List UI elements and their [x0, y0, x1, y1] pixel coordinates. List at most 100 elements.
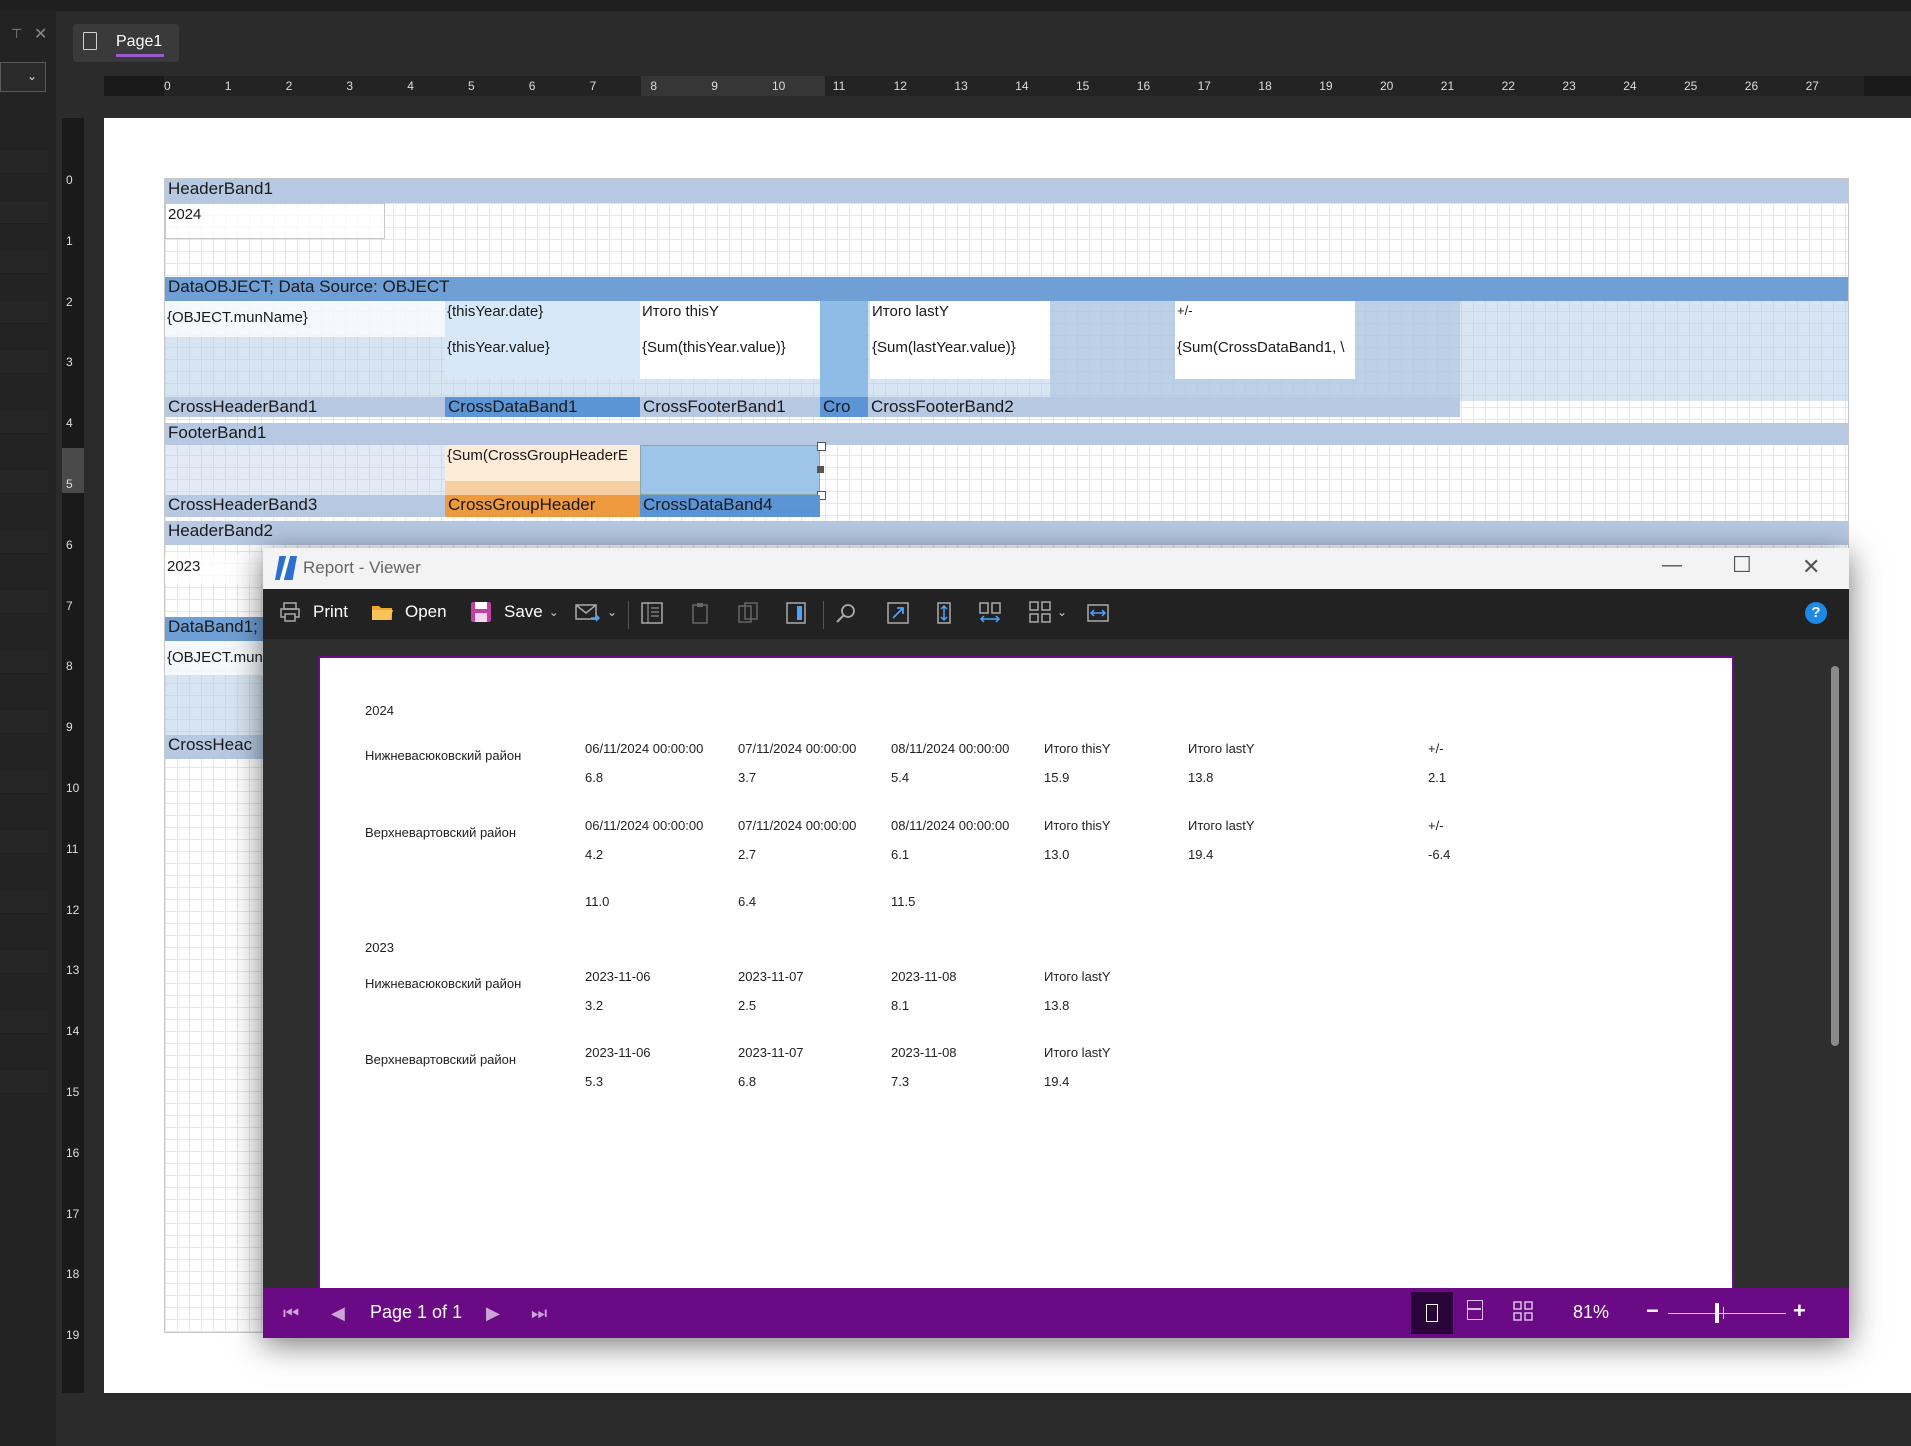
- header-band-1[interactable]: HeaderBand1: [165, 179, 1848, 203]
- left-panel-row[interactable]: [0, 951, 48, 974]
- chevron-down-icon: ⌄: [548, 605, 559, 619]
- itogo-last-field[interactable]: Итого lastY: [870, 301, 1050, 337]
- zoom-slider-track[interactable]: [1668, 1313, 1786, 1314]
- minimize-icon[interactable]: —: [1662, 554, 1682, 577]
- left-panel-row[interactable]: [0, 891, 48, 914]
- left-panel-row[interactable]: [0, 351, 48, 374]
- data-band-object[interactable]: DataOBJECT; Data Source: OBJECT: [165, 277, 1848, 301]
- page-height-icon[interactable]: [933, 602, 955, 624]
- tab-page1[interactable]: Page1: [73, 24, 179, 62]
- two-pages-icon[interactable]: [979, 602, 1001, 624]
- cross-data-band-1[interactable]: CrossDataBand1: [445, 397, 640, 417]
- plus-minus-field[interactable]: +/-: [1175, 301, 1355, 337]
- left-panel-row[interactable]: [0, 151, 48, 174]
- mun-name-field[interactable]: {OBJECT.munName}: [165, 301, 445, 337]
- close-icon[interactable]: ✕: [34, 24, 47, 44]
- mun-name-text-2: {OBJECT.mun: [167, 649, 263, 666]
- maximize-icon[interactable]: ☐: [1732, 552, 1752, 578]
- left-panel-row[interactable]: [0, 471, 48, 494]
- last-page-icon[interactable]: ⏭: [531, 1303, 547, 1324]
- sum-group-field[interactable]: {Sum(CrossGroupHeaderE: [445, 445, 640, 481]
- left-panel-row[interactable]: [0, 831, 48, 854]
- left-panel-row[interactable]: [0, 411, 48, 434]
- report-total: 11.0: [585, 894, 610, 909]
- close-icon[interactable]: ✕: [1802, 554, 1820, 580]
- cross-data4-area[interactable]: [640, 445, 820, 495]
- next-page-icon[interactable]: ▶: [486, 1303, 500, 1324]
- ruler-tick-label: 13: [954, 79, 968, 93]
- resize-handle[interactable]: [817, 466, 824, 473]
- single-page-view-button[interactable]: [1411, 1292, 1453, 1334]
- report-col-head: 2023-11-06: [585, 969, 651, 984]
- sum-this-field[interactable]: {Sum(thisYear.value)}: [640, 337, 820, 379]
- header2-year-text: 2023: [167, 558, 201, 575]
- cross-footer-band-1[interactable]: CrossFooterBand1: [640, 397, 820, 417]
- cross-group-header[interactable]: CrossGroupHeader: [445, 495, 640, 517]
- find-icon[interactable]: [835, 602, 857, 624]
- zoom-slider-thumb[interactable]: [1715, 1303, 1719, 1323]
- zoom-in-icon[interactable]: +: [1793, 1298, 1806, 1324]
- cross-band-small[interactable]: Cro: [820, 397, 868, 417]
- send-email-button[interactable]: ⌄: [575, 601, 617, 623]
- this-year-date-field[interactable]: {thisYear.date}: [445, 301, 640, 337]
- left-panel-row[interactable]: [0, 531, 48, 554]
- cross-header-band-partial[interactable]: CrossHeac: [165, 735, 275, 759]
- report-col-head: 08/11/2024 00:00:00: [891, 818, 1010, 833]
- ruler-tick-label: 1: [224, 79, 232, 93]
- viewer-title-bar[interactable]: Report - Viewer — ☐ ✕: [263, 548, 1849, 589]
- bookmarks-icon[interactable]: [641, 602, 663, 624]
- fullscreen-icon[interactable]: [887, 602, 909, 624]
- folder-icon: [372, 606, 393, 620]
- sum-this-text: {Sum(thisYear.value)}: [642, 339, 786, 356]
- sum-last-field[interactable]: {Sum(lastYear.value)}: [870, 337, 1050, 379]
- ruler-tick-label: 13: [66, 963, 80, 978]
- previous-page-icon[interactable]: ◀: [331, 1303, 345, 1324]
- cross-header-band-1[interactable]: CrossHeaderBand1: [165, 397, 445, 417]
- viewer-content[interactable]: 2024 Нижневасюковский район 06/11/2024 0…: [263, 639, 1849, 1288]
- grid-icon: [1029, 601, 1051, 623]
- page-width-icon[interactable]: [1087, 602, 1109, 624]
- report-col-head: Итого thisY: [1044, 818, 1111, 833]
- this-year-value-field[interactable]: {thisYear.value}: [445, 337, 640, 379]
- report-value: 6.8: [738, 1074, 757, 1089]
- report-col-head: +/-: [1428, 818, 1444, 833]
- cross-header-band-3[interactable]: CrossHeaderBand3: [165, 495, 445, 517]
- sum-cross-field[interactable]: {Sum(CrossDataBand1, \: [1175, 337, 1355, 379]
- footer-band-1[interactable]: FooterBand1: [165, 423, 1848, 445]
- first-page-icon[interactable]: ⏮: [283, 1303, 299, 1324]
- left-panel-row[interactable]: [0, 651, 48, 674]
- print-button[interactable]: Print: [279, 601, 348, 623]
- resize-handle[interactable]: [817, 442, 826, 451]
- header-text-box[interactable]: 2024: [165, 203, 385, 239]
- left-panel-row[interactable]: [0, 1011, 48, 1034]
- left-panel-row[interactable]: [0, 591, 48, 614]
- mun-name-field-2[interactable]: {OBJECT.mun: [165, 641, 275, 675]
- header2-text-box[interactable]: 2023: [165, 554, 265, 584]
- save-button[interactable]: Save ⌄: [470, 601, 559, 623]
- cross-footer-band-2[interactable]: CrossFooterBand2: [868, 397, 1460, 417]
- help-icon[interactable]: ?: [1805, 602, 1827, 624]
- report-viewer-window[interactable]: Report - Viewer — ☐ ✕ Print Open Save ⌄ …: [263, 548, 1849, 1338]
- multi-page-view-icon[interactable]: [1513, 1301, 1533, 1321]
- pin-icon[interactable]: ⊤: [11, 26, 22, 42]
- left-panel-row[interactable]: [0, 201, 48, 224]
- vertical-scrollbar[interactable]: [1831, 666, 1839, 1046]
- open-button[interactable]: Open: [371, 601, 447, 623]
- thumbnails-icon[interactable]: [737, 602, 759, 624]
- multipage-button[interactable]: ⌄: [1029, 601, 1067, 623]
- left-panel-row[interactable]: [0, 301, 48, 324]
- ruler-tick-label: 0: [66, 173, 73, 187]
- editor-icon[interactable]: [785, 602, 807, 624]
- parameters-icon[interactable]: [689, 602, 711, 624]
- ruler-tick-label: 14: [66, 1024, 80, 1039]
- cross-data-band-4[interactable]: CrossDataBand4: [640, 495, 820, 517]
- left-panel-row[interactable]: [0, 251, 48, 274]
- left-panel-row[interactable]: [0, 771, 48, 794]
- header-band-2[interactable]: HeaderBand2: [165, 521, 1848, 545]
- left-panel-row[interactable]: [0, 1071, 48, 1094]
- itogo-this-field[interactable]: Итого thisY: [640, 301, 820, 337]
- zoom-out-icon[interactable]: −: [1646, 1298, 1659, 1324]
- left-panel-row[interactable]: [0, 711, 48, 734]
- continuous-view-icon[interactable]: [1467, 1300, 1483, 1320]
- panel-dropdown[interactable]: ⌄: [0, 62, 46, 92]
